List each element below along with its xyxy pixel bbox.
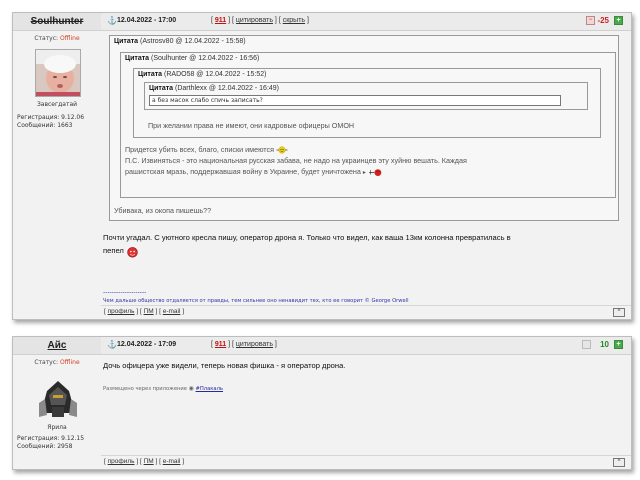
anchor-icon[interactable]: ⚓ <box>107 340 117 349</box>
profile-link[interactable]: профиль <box>108 458 135 465</box>
post-header: ⚓ 12.04.2022 - 17:00 [ 911 ] [ цитироват… <box>101 13 631 31</box>
quote-soulhunter-text: Придется убить всех, благо, списки имеют… <box>125 145 288 155</box>
quote-astrosv80: Цитата (Astrosv80 @ 12.04.2022 - 15:58) … <box>109 35 619 221</box>
smiley-icon <box>369 169 382 177</box>
scroll-top-icon[interactable]: ^ <box>613 458 625 467</box>
post-header: ⚓ 12.04.2022 - 17:09 [ 911 ] [ цитироват… <box>101 337 631 355</box>
author-status: Статус: Offline <box>34 35 80 42</box>
quote-astrosv80-text: Убивака, из окопа пишешь?? <box>114 206 212 215</box>
signature-separator: -------------------- <box>103 289 147 296</box>
post-time: 12.04.2022 - 17:09 <box>117 341 177 348</box>
smiley-icon <box>276 146 288 154</box>
author-nick[interactable]: Айс <box>13 340 101 351</box>
author-rank: Ярила <box>47 424 67 431</box>
post-rating: 10 <box>600 340 609 349</box>
email-link[interactable]: e-mail <box>163 308 181 315</box>
rate-plus-icon[interactable]: + <box>614 340 623 349</box>
post-content: Дочь офицера уже видели, теперь новая фи… <box>101 355 631 453</box>
app-note: Размещено через приложение ◉ #Плакаль <box>103 385 223 392</box>
avatar[interactable] <box>35 373 81 421</box>
author-rank: Завсегдатай <box>36 101 78 108</box>
quote-darthlexx-text: а без масок слабо спичь записать? <box>149 95 561 106</box>
author-reginfo: Регистрация: 9.12.06 Сообщений: 1663 <box>17 114 85 129</box>
pm-link[interactable]: ПМ <box>144 458 154 465</box>
rate-plus-icon[interactable]: + <box>614 16 623 25</box>
post-time: 12.04.2022 - 17:00 <box>117 17 177 24</box>
quote-link[interactable]: цитировать <box>236 341 273 348</box>
post-rating: -25 <box>597 16 609 25</box>
quote-rado58-text: При желании права не имеют, они кадровые… <box>148 121 355 130</box>
post-footer: [ профиль ] [ ПМ ] [ e-mail ] ^ <box>101 305 631 319</box>
author-header: Айс <box>13 337 101 355</box>
avatar-baby-image <box>36 50 80 96</box>
pm-link[interactable]: ПМ <box>144 308 154 315</box>
post-links: [ 911 ] [ цитировать ] <box>211 341 277 348</box>
author-nick[interactable]: Soulhunter <box>13 16 101 27</box>
scroll-top-icon[interactable]: ^ <box>613 308 625 317</box>
rate-minus-icon[interactable] <box>582 340 591 349</box>
post-number[interactable]: 911 <box>215 341 226 348</box>
smiley-icon <box>127 246 138 257</box>
author-panel: Айс Статус: Offline Ярила Регистрация: 9… <box>13 337 101 469</box>
author-status: Статус: Offline <box>34 359 80 366</box>
quote-soulhunter: Цитата (Soulhunter @ 12.04.2022 - 16:56)… <box>120 52 616 198</box>
quote-rado58: Цитата (RADO58 @ 12.04.2022 - 15:52) Цит… <box>133 68 601 138</box>
anchor-icon[interactable]: ⚓ <box>107 16 117 25</box>
post-ais: Айс Статус: Offline Ярила Регистрация: 9… <box>12 336 632 470</box>
signature: Чем дальше общество отдаляется от правды… <box>103 298 409 304</box>
quote-link[interactable]: цитировать <box>236 17 273 24</box>
email-link[interactable]: e-mail <box>163 458 181 465</box>
quote-darthlexx: Цитата (Darthlexx @ 12.04.2022 - 16:49) … <box>144 82 588 110</box>
author-header: Soulhunter <box>13 13 101 31</box>
post-number[interactable]: 911 <box>215 17 226 24</box>
avatar-robot-image <box>35 373 81 421</box>
rate-minus-icon[interactable]: − <box>586 16 595 25</box>
post-content: Цитата (Astrosv80 @ 12.04.2022 - 15:58) … <box>101 31 631 304</box>
post-links: [ 911 ] [ цитировать ] [ скрыть ] <box>211 17 309 24</box>
author-reginfo: Регистрация: 9.12.15 Сообщений: 2958 <box>17 435 85 450</box>
post-soulhunter: Soulhunter Статус: Offline Завсегдатай Р… <box>12 12 632 320</box>
avatar[interactable] <box>35 49 81 97</box>
status-offline: Offline <box>59 35 80 42</box>
post-footer: [ профиль ] [ ПМ ] [ e-mail ] ^ <box>101 455 631 469</box>
profile-link[interactable]: профиль <box>108 308 135 315</box>
post-body: Дочь офицера уже видели, теперь новая фи… <box>103 361 346 370</box>
app-tag-link[interactable]: #Плакаль <box>196 386 223 392</box>
post-body: Почти угадал. С уютного кресла пишу, опе… <box>103 231 623 258</box>
author-panel: Soulhunter Статус: Offline Завсегдатай Р… <box>13 13 101 319</box>
status-offline: Offline <box>59 359 80 366</box>
hide-link[interactable]: скрыть <box>283 17 305 24</box>
